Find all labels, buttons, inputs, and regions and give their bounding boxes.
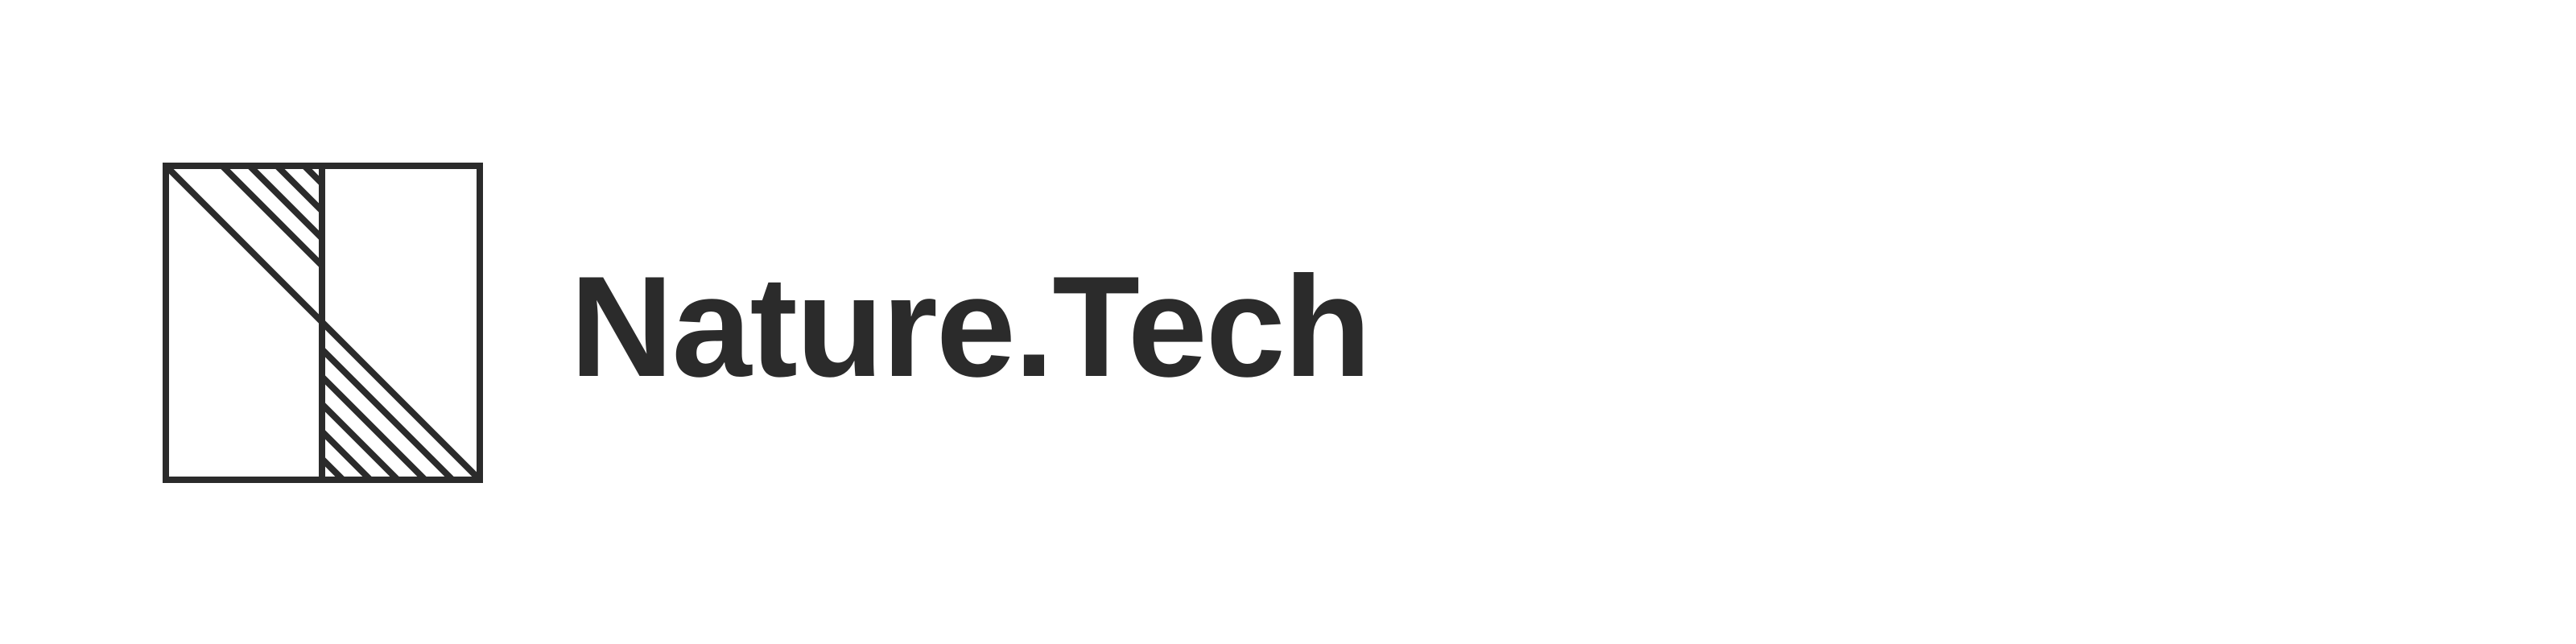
hatch-top [188, 166, 322, 322]
logo-canvas: Nature.Tech [0, 0, 2576, 644]
brand-wordmark: Nature.Tech [570, 246, 1372, 407]
